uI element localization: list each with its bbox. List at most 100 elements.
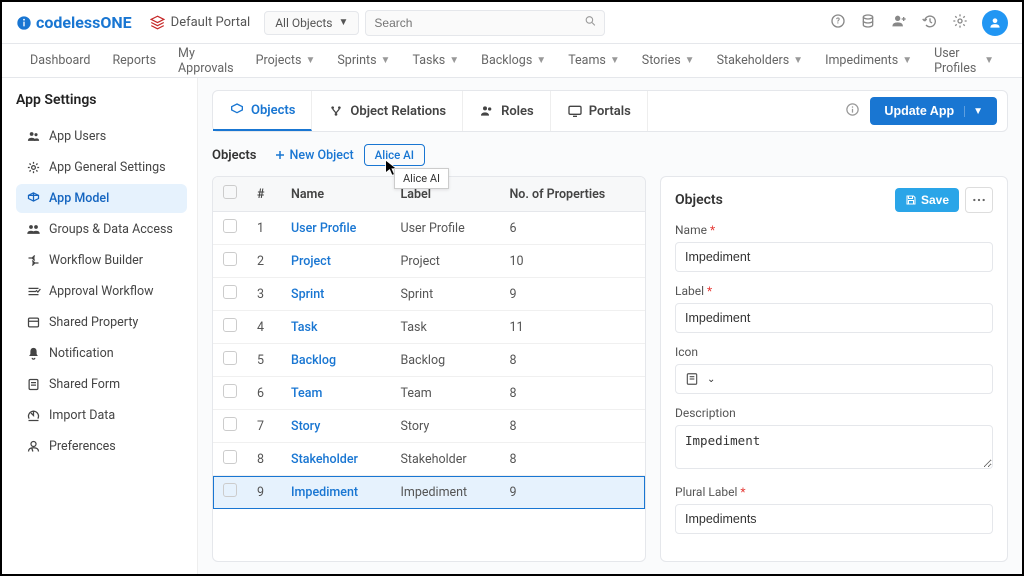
portal-icon <box>150 15 165 30</box>
label-field[interactable] <box>675 303 993 333</box>
table-row[interactable]: 5BacklogBacklog8 <box>213 344 645 377</box>
row-label: Team <box>390 377 499 410</box>
caret-down-icon: ▼ <box>984 55 994 66</box>
nav-projects[interactable]: Projects▼ <box>256 53 316 68</box>
row-checkbox[interactable] <box>223 285 237 299</box>
plural-field[interactable] <box>675 504 993 534</box>
nav-tasks[interactable]: Tasks▼ <box>412 53 459 68</box>
select-all-checkbox[interactable] <box>223 185 237 199</box>
user-avatar[interactable] <box>982 10 1008 36</box>
caret-down-icon: ▼ <box>381 55 391 66</box>
row-label: Story <box>390 410 499 443</box>
row-checkbox[interactable] <box>223 450 237 464</box>
help-icon[interactable]: ? <box>830 13 846 33</box>
nav-my-approvals[interactable]: My Approvals <box>178 46 234 76</box>
tab-portals[interactable]: Portals <box>551 91 648 131</box>
nav-dashboard[interactable]: Dashboard <box>30 53 90 68</box>
desc-field[interactable]: Impediment <box>675 425 993 469</box>
update-app-button[interactable]: Update App ▼ <box>870 97 997 125</box>
svg-text:?: ? <box>836 16 840 25</box>
row-props: 10 <box>499 245 645 278</box>
caret-down-icon: ▼ <box>339 17 349 28</box>
row-name-link[interactable]: Task <box>291 320 318 335</box>
nav-sprints[interactable]: Sprints▼ <box>337 53 390 68</box>
table-row[interactable]: 6TeamTeam8 <box>213 377 645 410</box>
table-row[interactable]: 8StakeholderStakeholder8 <box>213 443 645 476</box>
row-number: 7 <box>247 410 281 443</box>
more-actions-button[interactable] <box>965 187 993 213</box>
table-row[interactable]: 4TaskTask11 <box>213 311 645 344</box>
row-name-link[interactable]: Impediment <box>291 485 358 500</box>
tab-object-relations[interactable]: Object Relations <box>312 91 463 131</box>
tab-label: Roles <box>501 104 534 119</box>
row-name-link[interactable]: Sprint <box>291 287 324 302</box>
brand-text: codelessONE <box>36 13 132 32</box>
info-icon[interactable] <box>845 102 860 121</box>
sidebar-item-shared-form[interactable]: Shared Form <box>16 370 187 399</box>
row-name-link[interactable]: Stakeholder <box>291 452 358 467</box>
save-button[interactable]: Save <box>895 188 959 212</box>
row-props: 8 <box>499 410 645 443</box>
nav-stakeholders[interactable]: Stakeholders▼ <box>717 53 803 68</box>
search-icon <box>584 14 597 31</box>
gear-icon[interactable] <box>952 13 968 33</box>
sidebar-item-app-users[interactable]: App Users <box>16 122 187 151</box>
nav-teams[interactable]: Teams▼ <box>568 53 620 68</box>
table-row[interactable]: 2ProjectProject10 <box>213 245 645 278</box>
row-checkbox[interactable] <box>223 351 237 365</box>
row-label: Task <box>390 311 499 344</box>
sidebar-item-shared-property[interactable]: Shared Property <box>16 308 187 337</box>
row-props: 9 <box>499 278 645 311</box>
row-number: 5 <box>247 344 281 377</box>
row-name-link[interactable]: Story <box>291 419 320 434</box>
sidebar-item-approval-workflow[interactable]: Approval Workflow <box>16 277 187 306</box>
nav-backlogs[interactable]: Backlogs▼ <box>481 53 546 68</box>
table-row[interactable]: 1User ProfileUser Profile6 <box>213 212 645 245</box>
object-selector[interactable]: All Objects ▼ <box>264 11 359 35</box>
portal-indicator[interactable]: Default Portal <box>150 15 251 30</box>
save-icon <box>905 194 917 206</box>
row-checkbox[interactable] <box>223 417 237 431</box>
tab-label: Object Relations <box>350 104 446 119</box>
sidebar-item-app-general-settings[interactable]: App General Settings <box>16 153 187 182</box>
icon-field[interactable]: ⌄ <box>675 364 993 394</box>
row-name-link[interactable]: User Profile <box>291 221 356 236</box>
nav-user-profiles[interactable]: User Profiles▼ <box>934 46 994 76</box>
sidebar-item-notification[interactable]: Notification <box>16 339 187 368</box>
nav-reports[interactable]: Reports <box>112 53 156 68</box>
row-checkbox[interactable] <box>223 318 237 332</box>
row-label: Stakeholder <box>390 443 499 476</box>
sidebar-item-label: Import Data <box>49 408 115 423</box>
row-name-link[interactable]: Backlog <box>291 353 336 368</box>
table-row[interactable]: 3SprintSprint9 <box>213 278 645 311</box>
name-field[interactable] <box>675 242 993 272</box>
sidebar-item-app-model[interactable]: App Model <box>16 184 187 213</box>
tab-roles[interactable]: Roles <box>463 91 551 131</box>
history-icon[interactable] <box>922 13 938 33</box>
row-checkbox[interactable] <box>223 483 237 497</box>
tab-objects[interactable]: Objects <box>213 91 312 131</box>
table-row[interactable]: 9ImpedimentImpediment9 <box>213 476 645 509</box>
row-checkbox[interactable] <box>223 219 237 233</box>
brand-logo[interactable]: codelessONE <box>16 13 132 32</box>
sidebar-item-groups---data-access[interactable]: Groups & Data Access <box>16 215 187 244</box>
sidebar-item-preferences[interactable]: Preferences <box>16 432 187 461</box>
row-checkbox[interactable] <box>223 252 237 266</box>
main-nav: Dashboard Reports My Approvals Projects▼ Spr… <box>2 44 1022 78</box>
col-name: Name <box>281 177 390 212</box>
nav-impediments[interactable]: Impediments▼ <box>825 53 912 68</box>
sidebar-item-label: Notification <box>49 346 114 361</box>
database-icon[interactable] <box>860 13 876 33</box>
row-props: 6 <box>499 212 645 245</box>
row-name-link[interactable]: Project <box>291 254 331 269</box>
new-object-button[interactable]: New Object <box>274 148 353 163</box>
row-number: 9 <box>247 476 281 509</box>
row-name-link[interactable]: Team <box>291 386 322 401</box>
table-row[interactable]: 7StoryStory8 <box>213 410 645 443</box>
row-checkbox[interactable] <box>223 384 237 398</box>
nav-stories[interactable]: Stories▼ <box>642 53 695 68</box>
user-add-icon[interactable] <box>890 13 908 33</box>
sidebar-item-workflow-builder[interactable]: Workflow Builder <box>16 246 187 275</box>
sidebar-item-import-data[interactable]: Import Data <box>16 401 187 430</box>
global-search-input[interactable] <box>365 10 605 36</box>
